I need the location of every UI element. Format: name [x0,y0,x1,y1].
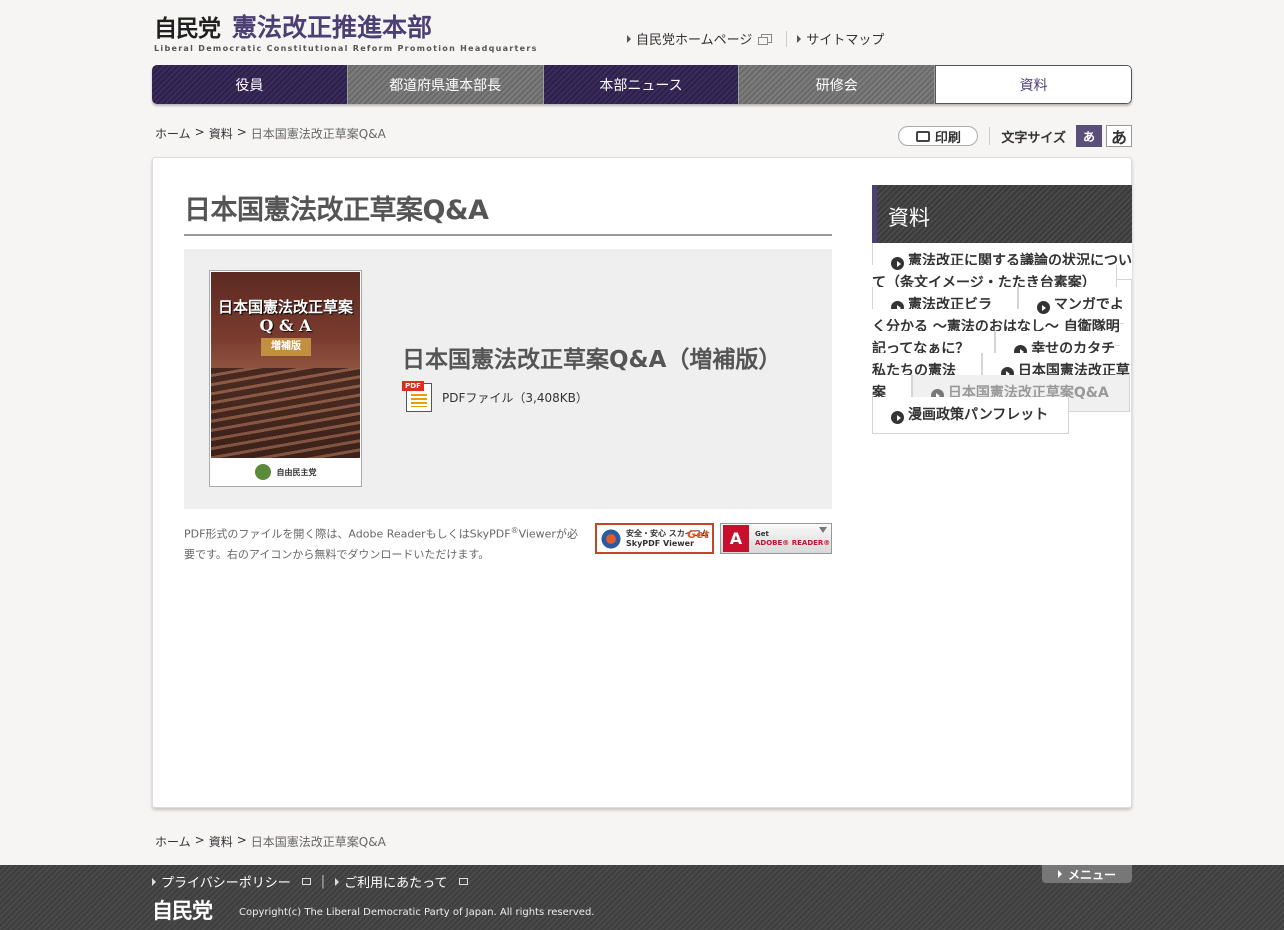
print-button[interactable]: 印刷 [898,126,979,146]
breadcrumb-current: 日本国憲法改正草案Q&A [250,835,386,849]
circle-arrow-icon [891,411,904,424]
pdf-download-link[interactable]: PDF PDFファイル（3,408KB） [402,381,588,413]
ldp-home-label: 自民党ホームページ [636,33,753,48]
font-size-label: 文字サイズ [1001,130,1066,146]
skypdf-line2: SkyPDF Viewer [626,538,695,548]
sitemap-label: サイトマップ [806,33,885,48]
nav-prefectural[interactable]: 都道府県連本部長 [347,65,544,104]
nav-training[interactable]: 研修会 [739,65,936,104]
cover-qa: Q & A [259,316,312,335]
cover-photo: 日本国憲法改正草案 Q & A 増補版 [211,272,360,458]
arrow-right-icon [152,877,156,886]
document-cover-image[interactable]: 日本国憲法改正草案 Q & A 増補版 自由民主党 [209,270,362,487]
adobe-line2: ADOBE® READER® [755,538,831,547]
arrow-right-icon [797,34,802,43]
terms-of-use-label: ご利用にあたって [344,876,448,891]
pdf-lines [411,394,427,407]
nav-officers[interactable]: 役員 [152,65,348,104]
terms-of-use-link[interactable]: ご利用にあたって [335,872,468,891]
menu-button[interactable]: メニュー [1042,865,1132,883]
breadcrumb-section[interactable]: 資料 [209,833,233,850]
footer-ldp-logo: 自民党 [152,899,213,923]
cover-title: 日本国憲法改正草案 [217,298,353,316]
pdf-file-icon: PDF [402,381,434,413]
window-icon [301,878,311,885]
adobe-reader-download-badge[interactable]: A Get ADOBE® READER® [720,523,832,554]
breadcrumb: ホーム > 資料 > 日本国憲法改正草案Q&A [155,125,386,142]
cover-assembly-seats [211,368,360,458]
cover-publisher: 自由民主党 [276,467,317,477]
registered-mark: ® [510,526,519,535]
ldp-mark-icon [254,464,271,480]
side-nav: 資料 憲法改正に関する議論の状況について（条文イメージ・たたき台素案） 憲法改正… [872,185,1132,434]
ldp-home-link[interactable]: 自民党ホームページ [627,29,773,48]
circle-arrow-icon [891,257,904,270]
skypdf-download-badge[interactable]: 安全・安心 スカイコム SkyPDF Viewer Get [595,523,714,554]
page-tools: 印刷 文字サイズ あ あ [898,125,1132,147]
circle-arrow-icon [1036,301,1050,314]
site-title: 憲法改正推進本部 [232,13,433,42]
main-panel: 日本国憲法改正草案Q&A 日本国憲法改正草案 Q & A 増補版 自由民主党 日… [152,157,1132,808]
footer: プライバシーポリシー | ご利用にあたって 自民党 Copyright(c) T… [0,865,1284,930]
font-size-large-button[interactable]: あ [1106,125,1132,147]
site-logo[interactable]: 自民党 憲法改正推進本部 Liberal Democratic Constitu… [154,13,538,54]
site-subtitle: Liberal Democratic Constitutional Reform… [154,44,538,53]
breadcrumb-home[interactable]: ホーム [155,833,191,850]
adobe-logo-icon: A [723,525,749,552]
download-arrow-icon [819,527,827,533]
copyright: Copyright(c) The Liberal Democratic Part… [239,907,595,918]
notice-text-1: PDF形式のファイルを開く際は、Adobe ReaderもしくはSkyPDF [184,527,511,541]
skypdf-logo-icon [600,527,622,550]
breadcrumb-separator: > [194,833,205,847]
footer-links: プライバシーポリシー | ご利用にあたって [152,872,468,891]
pdf-notice: PDF形式のファイルを開く際は、Adobe ReaderもしくはSkyPDF®V… [184,521,584,565]
adobe-line1: Get [755,529,769,538]
cover-edition-tag: 増補版 [261,338,311,356]
font-size-small-button[interactable]: あ [1076,125,1102,147]
nav-materials[interactable]: 資料 [935,65,1132,104]
side-item-label: 憲法改正に関する議論の状況について（条文イメージ・たたき台素案） [872,253,1132,291]
divider [786,30,788,47]
breadcrumb-separator: > [236,125,247,139]
arrow-right-icon [335,877,340,886]
divider [989,127,991,145]
breadcrumb-separator: > [236,833,247,847]
window-icon [458,878,468,885]
privacy-policy-link[interactable]: プライバシーポリシー [152,872,311,891]
print-label: 印刷 [934,130,961,146]
ldp-logo: 自民党 [154,16,221,42]
sitemap-link[interactable]: サイトマップ [797,29,884,48]
side-nav-title: 資料 [872,185,1132,250]
header-links: 自民党ホームページ サイトマップ [627,29,884,48]
document-title-link[interactable]: 日本国憲法改正草案Q&A（増補版） [402,340,781,374]
breadcrumb-home[interactable]: ホーム [155,125,191,142]
breadcrumb-bottom: ホーム > 資料 > 日本国憲法改正草案Q&A [155,833,386,850]
breadcrumb-current: 日本国憲法改正草案Q&A [250,127,386,141]
menu-label: メニュー [1067,867,1116,882]
breadcrumb-section[interactable]: 資料 [209,125,233,142]
footer-separator: | [320,874,326,889]
arrow-right-icon [627,34,631,43]
side-item-manga-pamphlet[interactable]: 漫画政策パンフレット [872,397,1070,434]
document-box: 日本国憲法改正草案 Q & A 増補版 自由民主党 日本国憲法改正草案Q&A（増… [184,249,832,509]
global-nav: 役員 都道府県連本部長 本部ニュース 研修会 資料 [152,65,1132,104]
breadcrumb-separator: > [194,125,205,139]
cover-footer: 自由民主党 [210,464,361,480]
page-title: 日本国憲法改正草案Q&A [184,188,832,236]
pdf-tag: PDF [402,381,424,391]
pdf-file-label: PDFファイル（3,408KB） [442,390,588,405]
printer-icon [915,130,930,142]
privacy-policy-label: プライバシーポリシー [161,876,291,891]
side-item-label: 漫画政策パンフレット [908,407,1049,423]
skypdf-get: Get [687,528,709,541]
arrow-right-icon [1057,870,1062,878]
external-window-icon [758,34,773,45]
nav-news[interactable]: 本部ニュース [543,65,740,104]
